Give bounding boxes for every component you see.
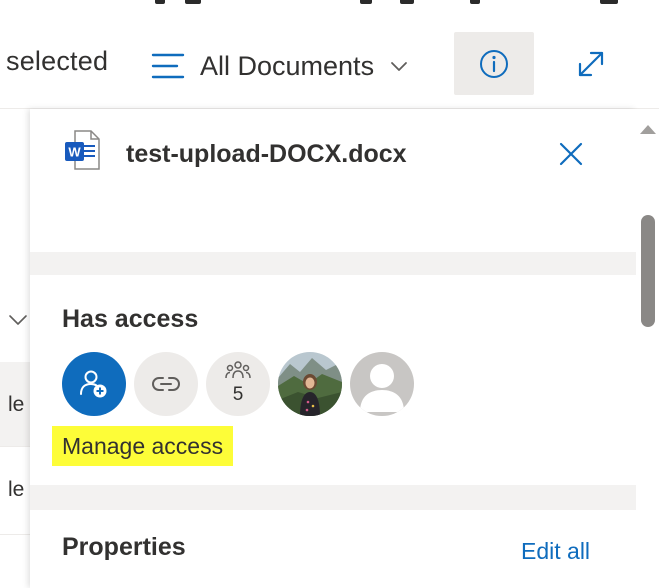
- properties-card: Properties Edit all: [30, 510, 636, 588]
- list-lines-icon: [151, 53, 185, 79]
- scrollbar-thumb[interactable]: [641, 215, 655, 327]
- list-row-text[interactable]: le: [8, 478, 24, 502]
- group-member-count: 5: [232, 384, 244, 405]
- share-button[interactable]: [62, 352, 126, 416]
- view-switcher-label: All Documents: [200, 50, 375, 81]
- word-document-icon: W: [65, 130, 100, 170]
- user-default-avatar[interactable]: [350, 352, 414, 416]
- chevron-down-icon[interactable]: [8, 312, 28, 328]
- row-divider: [0, 446, 30, 447]
- sharepoint-document-library: selected All Documents le le W test-uplo…: [0, 0, 659, 588]
- people-group-icon: [225, 361, 251, 379]
- info-icon: [480, 49, 508, 78]
- command-bar: selected All Documents: [0, 0, 659, 109]
- svg-text:W: W: [68, 145, 81, 160]
- person-add-icon: [80, 370, 107, 398]
- has-access-card: Has access 5 Manage access: [30, 275, 636, 485]
- edit-all-link[interactable]: Edit all: [521, 538, 590, 565]
- details-pane: W test-upload-DOCX.docx Has access 5 Man…: [30, 109, 636, 588]
- chevron-down-icon: [391, 62, 407, 71]
- close-pane-button[interactable]: [554, 137, 588, 171]
- document-list-clipped: le le: [0, 109, 30, 588]
- close-icon: [559, 142, 583, 166]
- link-icon: [152, 377, 180, 391]
- has-access-title: Has access: [62, 305, 199, 333]
- file-name: test-upload-DOCX.docx: [126, 140, 407, 168]
- selection-count-text: selected: [6, 46, 109, 76]
- details-pane-scrollbar[interactable]: [636, 109, 659, 588]
- expand-icon: [578, 51, 604, 76]
- file-header-card: W test-upload-DOCX.docx: [30, 109, 636, 252]
- person-placeholder-icon: [360, 364, 404, 412]
- expand-button[interactable]: [563, 32, 619, 95]
- top-cut-edge: [0, 0, 659, 8]
- user-photo-avatar[interactable]: [278, 352, 342, 416]
- user-photo: [278, 352, 342, 416]
- view-switcher-button[interactable]: All Documents: [150, 38, 408, 94]
- list-row-text[interactable]: le: [8, 393, 24, 417]
- info-button[interactable]: [454, 32, 534, 95]
- scroll-up-arrow-icon[interactable]: [640, 125, 656, 134]
- sharing-link-avatar[interactable]: [134, 352, 198, 416]
- row-divider: [0, 534, 30, 535]
- manage-access-link[interactable]: Manage access: [52, 426, 234, 466]
- group-members-avatar[interactable]: 5: [206, 352, 270, 416]
- properties-title: Properties: [62, 533, 186, 561]
